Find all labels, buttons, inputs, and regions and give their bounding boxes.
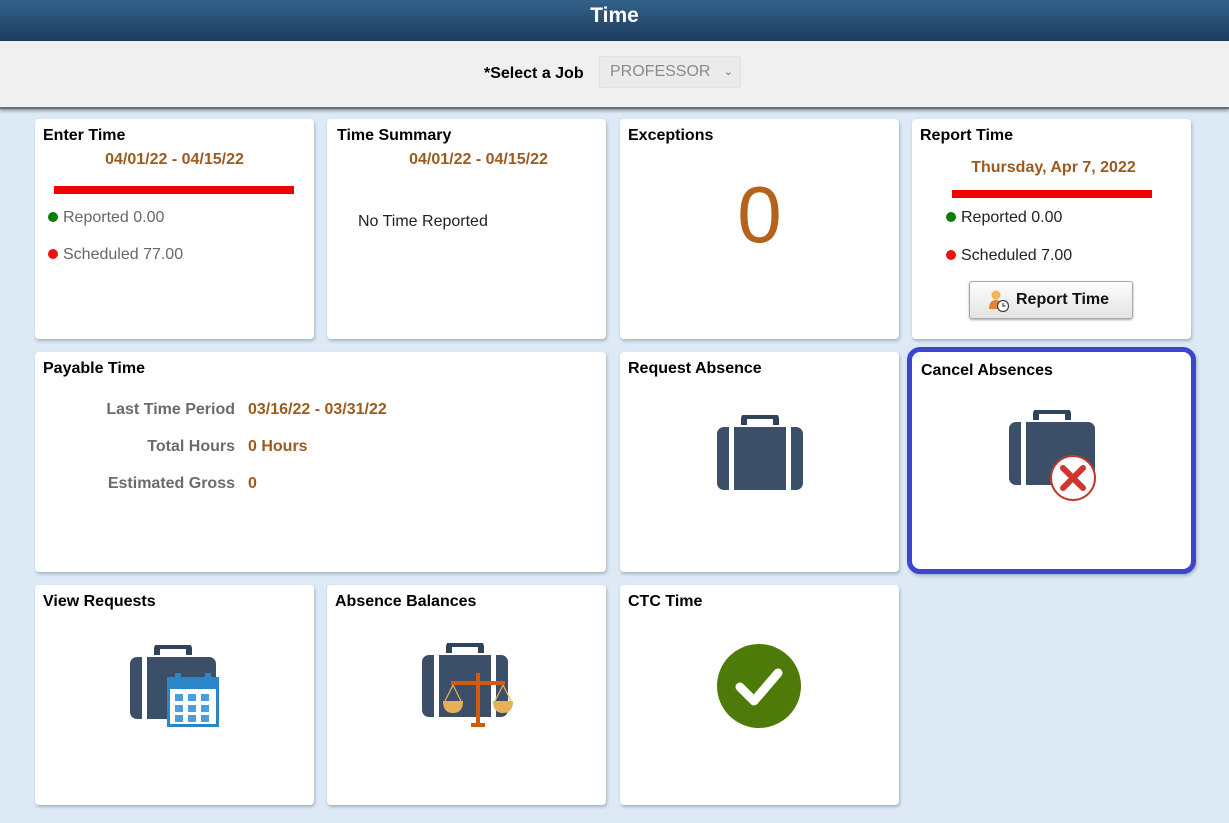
tile-title: Report Time — [920, 127, 1014, 144]
tile-title: Time Summary — [337, 127, 452, 144]
scheduled-hours: Scheduled 7.00 — [946, 247, 1072, 265]
tile-absence-balances[interactable]: Absence Balances — [327, 585, 606, 805]
job-select-dropdown[interactable]: PROFESSOR ⌄ — [599, 56, 741, 88]
progress-bar — [952, 190, 1152, 198]
tile-time-summary[interactable]: Time Summary 04/01/22 - 04/15/22 No Time… — [327, 119, 606, 339]
tile-title: Request Absence — [628, 360, 762, 377]
period-range: 04/01/22 - 04/15/22 — [105, 151, 244, 168]
job-select-value: PROFESSOR — [610, 63, 711, 80]
progress-bar — [54, 186, 294, 194]
job-selector-bar: *Select a Job PROFESSOR ⌄ — [0, 41, 1229, 109]
tile-title: Payable Time — [43, 360, 145, 377]
tile-enter-time[interactable]: Enter Time 04/01/22 - 04/15/22 Reported … — [35, 119, 314, 339]
page-title: Time — [590, 4, 639, 27]
select-job-label: *Select a Job — [484, 65, 584, 82]
period-range: 04/01/22 - 04/15/22 — [409, 151, 548, 168]
briefcase-calendar-icon — [130, 645, 219, 727]
report-time-button[interactable]: Report Time — [969, 281, 1133, 319]
status-dot-red-icon — [946, 250, 956, 260]
tile-title: CTC Time — [628, 593, 703, 610]
exceptions-count: 0 — [737, 170, 782, 259]
tile-title: View Requests — [43, 593, 156, 610]
reported-hours: Reported 0.00 — [946, 209, 1062, 227]
tile-title: Absence Balances — [335, 593, 477, 610]
reported-hours: Reported 0.00 — [48, 209, 164, 227]
chevron-down-icon: ⌄ — [723, 66, 733, 78]
report-date: Thursday, Apr 7, 2022 — [971, 159, 1136, 176]
status-dot-green-icon — [48, 212, 58, 222]
no-time-message: No Time Reported — [358, 213, 488, 230]
status-dot-green-icon — [946, 212, 956, 222]
briefcase-icon — [717, 415, 803, 490]
scheduled-hours: Scheduled 77.00 — [48, 246, 183, 264]
tile-ctc-time[interactable]: CTC Time — [620, 585, 899, 805]
tile-exceptions[interactable]: Exceptions 0 — [620, 119, 899, 339]
tile-view-requests[interactable]: View Requests — [35, 585, 314, 805]
briefcase-scale-icon — [422, 643, 513, 727]
tile-title: Exceptions — [628, 127, 714, 144]
person-clock-icon — [989, 290, 1010, 313]
tile-cancel-absences[interactable]: Cancel Absences — [907, 347, 1196, 574]
tile-payable-time[interactable]: Payable Time Last Time Period 03/16/22 -… — [35, 352, 606, 572]
tile-request-absence[interactable]: Request Absence — [620, 352, 899, 572]
tile-title: Enter Time — [43, 127, 126, 144]
tile-title: Cancel Absences — [921, 362, 1053, 379]
tile-report-time[interactable]: Report Time Thursday, Apr 7, 2022 Report… — [912, 119, 1191, 339]
status-dot-red-icon — [48, 249, 58, 259]
page-header: Time — [0, 0, 1229, 41]
green-checkmark-icon — [717, 644, 801, 728]
briefcase-cancel-icon — [1009, 410, 1096, 501]
